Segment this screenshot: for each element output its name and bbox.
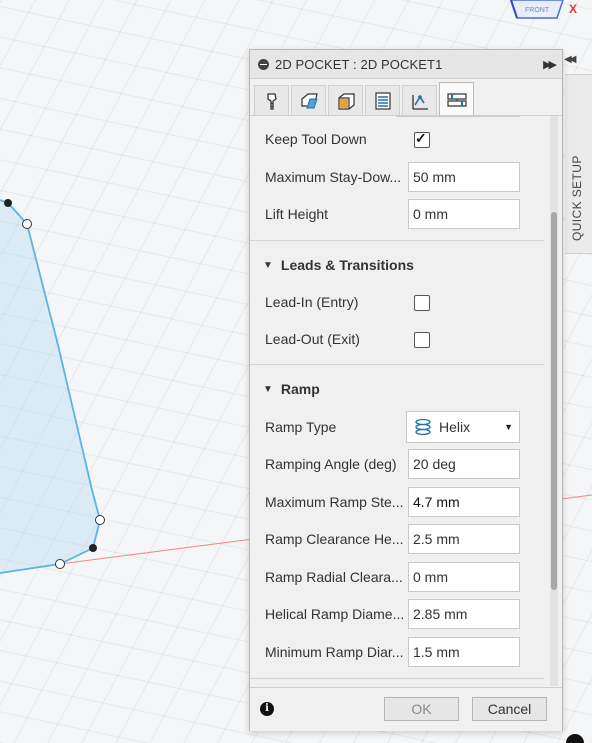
lift-height-input[interactable]: 0 mm	[408, 199, 520, 229]
top-field-edge	[396, 116, 520, 117]
max-stay-down-input[interactable]: 50 mm	[408, 162, 520, 192]
min-ramp-diameter-label: Minimum Ramp Diar...	[265, 644, 404, 660]
keep-tool-down-label: Keep Tool Down	[265, 131, 367, 147]
minimize-icon[interactable]	[258, 58, 269, 70]
quick-setup-label: QUICK SETUP	[570, 155, 584, 241]
info-icon[interactable]: i	[260, 702, 274, 716]
ramping-angle-input[interactable]: 20 deg	[408, 449, 520, 479]
max-ramp-step-label: Maximum Ramp Ste...	[265, 494, 404, 510]
lead-out-row: Lead-Out (Exit)	[265, 324, 545, 354]
tab-tool[interactable]	[254, 85, 289, 115]
helical-ramp-diameter-input[interactable]: 2.85 mm	[408, 599, 520, 629]
ramp-type-label: Ramp Type	[265, 419, 337, 435]
section-divider	[250, 364, 544, 365]
x-axis-label: X	[569, 2, 578, 16]
min-ramp-diameter-row: Minimum Ramp Diar... 1.5 mm	[265, 637, 545, 667]
ramp-radial-clearance-input[interactable]: 0 mm	[408, 562, 520, 592]
section-divider	[250, 240, 544, 241]
ramping-angle-label: Ramping Angle (deg)	[265, 456, 397, 472]
ramp-type-select[interactable]: Helix ▼	[406, 411, 520, 443]
collapse-caret-icon: ▼	[263, 259, 273, 271]
dialog-footer: i OK Cancel	[250, 687, 562, 731]
keep-tool-down-checkbox[interactable]	[414, 130, 430, 148]
geometry-icon	[300, 92, 318, 108]
ramp-radial-clearance-label: Ramp Radial Cleara...	[265, 569, 403, 585]
cancel-button[interactable]: Cancel	[472, 697, 547, 721]
dialog-title: 2D POCKET : 2D POCKET1	[275, 56, 443, 72]
max-ramp-step-row: Maximum Ramp Ste... 4.7 mm	[265, 487, 545, 517]
lead-in-row: Lead-In (Entry)	[265, 287, 545, 317]
ramp-section-header[interactable]: ▼ Ramp	[263, 378, 320, 400]
lead-in-label: Lead-In (Entry)	[265, 294, 359, 310]
linking-icon	[411, 94, 428, 110]
ramp-clearance-height-label: Ramp Clearance He...	[265, 531, 404, 547]
expand-icon[interactable]: ▶▶	[543, 58, 557, 71]
ok-button[interactable]: OK	[384, 697, 459, 721]
lift-height-row: Lift Height 0 mm	[265, 199, 545, 229]
tab-linking[interactable]	[439, 82, 474, 115]
lead-in-checkbox[interactable]	[414, 295, 430, 311]
max-stay-down-row: Maximum Stay-Dow... 50 mm	[265, 162, 545, 192]
passes-icon	[374, 91, 391, 110]
ramping-angle-row: Ramping Angle (deg) 20 deg	[265, 449, 545, 479]
ramp-type-value: Helix	[439, 419, 471, 435]
leads-section-title: Leads & Transitions	[280, 257, 414, 273]
collapse-caret-icon: ▼	[263, 383, 273, 395]
ramp-section-title: Ramp	[280, 381, 320, 397]
tab-linking-secondary[interactable]	[402, 85, 437, 115]
dropdown-arrow-icon: ▼	[504, 422, 513, 432]
dialog-title-bar[interactable]: 2D POCKET : 2D POCKET1 ▶▶	[250, 50, 562, 79]
tab-passes[interactable]	[365, 85, 400, 115]
operation-tabs	[250, 79, 562, 116]
max-ramp-step-input[interactable]: 4.7 mm	[408, 487, 520, 517]
settings-scroll-area[interactable]: Keep Tool Down Maximum Stay-Dow... 50 mm…	[250, 116, 548, 686]
ramp-radial-clearance-row: Ramp Radial Cleara... 0 mm	[265, 562, 545, 592]
ramp-type-row: Ramp Type Helix ▼	[265, 411, 545, 443]
tool-icon	[266, 92, 277, 110]
leads-section-header[interactable]: ▼ Leads & Transitions	[263, 254, 414, 276]
section-divider	[250, 678, 544, 679]
helix-icon	[415, 418, 431, 436]
min-ramp-diameter-input[interactable]: 1.5 mm	[408, 637, 520, 667]
keep-tool-down-row: Keep Tool Down	[265, 124, 545, 154]
lead-out-label: Lead-Out (Exit)	[265, 331, 360, 347]
heights-icon	[337, 92, 355, 110]
linking-active-icon	[446, 93, 467, 107]
helical-ramp-diameter-row: Helical Ramp Diame... 2.85 mm	[265, 599, 545, 629]
ramp-clearance-height-input[interactable]: 2.5 mm	[408, 524, 520, 554]
lift-height-label: Lift Height	[265, 206, 329, 222]
svg-text:FRONT: FRONT	[525, 7, 550, 14]
pocket-dialog: 2D POCKET : 2D POCKET1 ▶▶ Keep Tool Down…	[249, 49, 563, 731]
collapse-panel-icon[interactable]: ◀◀	[564, 54, 577, 65]
lead-out-checkbox[interactable]	[414, 332, 430, 348]
vertical-scrollbar[interactable]	[550, 116, 558, 686]
view-cube[interactable]: FRONT	[505, 0, 567, 22]
tab-heights[interactable]	[328, 85, 363, 115]
ramp-clearance-height-row: Ramp Clearance He... 2.5 mm	[265, 524, 545, 554]
scrollbar-thumb[interactable]	[551, 212, 557, 590]
helical-ramp-diameter-label: Helical Ramp Diame...	[265, 606, 405, 622]
max-stay-down-label: Maximum Stay-Dow...	[265, 169, 402, 185]
tab-geometry[interactable]	[291, 85, 326, 115]
quick-setup-tab[interactable]: QUICK SETUP	[565, 74, 592, 254]
